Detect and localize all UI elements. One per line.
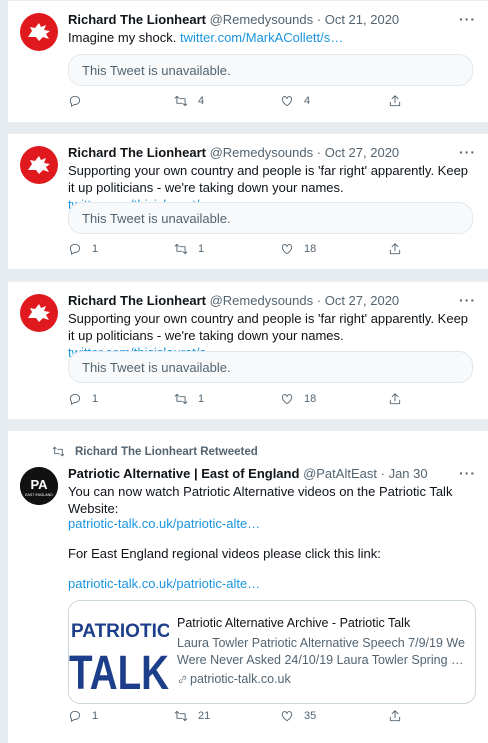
retweet-icon — [174, 95, 188, 107]
tweet-actions: 1 1 18 — [68, 242, 418, 260]
tweet-retweeted[interactable]: Richard The Lionheart Retweeted PA EAST … — [8, 430, 488, 743]
tweet[interactable]: Richard The Lionheart @Remedysounds · Oc… — [8, 133, 488, 269]
retweet-button[interactable]: 4 — [174, 94, 204, 108]
share-icon — [389, 393, 401, 405]
author-name[interactable]: Richard The Lionheart — [68, 293, 206, 308]
share-button[interactable] — [388, 94, 402, 108]
like-button[interactable]: 18 — [280, 392, 316, 406]
card-domain: patriotic-talk.co.uk — [177, 671, 465, 688]
quoted-tweet-unavailable: This Tweet is unavailable. — [68, 54, 473, 86]
author-handle[interactable]: @Remedysounds — [210, 145, 314, 160]
retweet-icon — [174, 393, 188, 405]
svg-text:PA: PA — [30, 477, 48, 492]
reply-button[interactable]: 1 — [68, 709, 98, 723]
heart-icon — [281, 394, 293, 405]
avatar[interactable] — [20, 146, 58, 184]
retweet-icon — [52, 446, 65, 457]
tweet-link-1[interactable]: patriotic-talk.co.uk/patriotic-alte… — [68, 515, 474, 532]
separator: · — [316, 12, 322, 27]
reply-button[interactable]: 1 — [68, 392, 98, 406]
more-options-icon[interactable]: ··· — [459, 292, 476, 308]
tweet-actions: 1 1 18 — [68, 392, 418, 410]
share-icon — [389, 710, 401, 722]
link-preview-card[interactable]: PATRIOTIC TALK Patriotic Alternative Arc… — [68, 600, 476, 704]
tweet-link-2[interactable]: patriotic-talk.co.uk/patriotic-alte… — [68, 575, 474, 592]
welsh-dragon-icon — [28, 23, 50, 41]
separator: · — [316, 145, 322, 160]
patriotic-alternative-logo: PA EAST ENGLAND — [20, 467, 58, 505]
share-icon — [389, 243, 401, 255]
more-options-icon[interactable]: ··· — [459, 465, 476, 481]
author-name[interactable]: Richard The Lionheart — [68, 12, 206, 27]
author-name[interactable]: Patriotic Alternative | East of England — [68, 466, 299, 481]
card-title: Patriotic Alternative Archive - Patrioti… — [177, 616, 411, 630]
tweet-text-line-1: You can now watch Patriotic Alternative … — [68, 484, 453, 516]
welsh-dragon-icon — [28, 156, 50, 174]
heart-icon — [281, 96, 293, 107]
retweeted-by[interactable]: Richard The Lionheart Retweeted — [52, 445, 258, 458]
separator: · — [316, 293, 322, 308]
heart-icon — [281, 244, 293, 255]
svg-text:PATRIOTIC: PATRIOTIC — [71, 621, 169, 642]
share-button[interactable] — [388, 242, 402, 256]
tweet[interactable]: Richard The Lionheart @Remedysounds · Oc… — [8, 0, 488, 122]
welsh-dragon-icon — [28, 304, 50, 322]
retweet-button[interactable]: 21 — [174, 709, 210, 723]
reply-icon — [69, 243, 81, 255]
quoted-tweet-unavailable: This Tweet is unavailable. — [68, 202, 473, 234]
more-options-icon[interactable]: ··· — [459, 11, 476, 27]
tweet-date[interactable]: Jan 30 — [389, 466, 428, 481]
reply-icon — [69, 393, 81, 405]
more-options-icon[interactable]: ··· — [459, 144, 476, 160]
share-button[interactable] — [388, 709, 402, 723]
retweet-button[interactable]: 1 — [174, 242, 204, 256]
tweet-link[interactable]: twitter.com/MarkACollett/s… — [180, 30, 343, 45]
avatar[interactable]: PA EAST ENGLAND — [20, 467, 58, 505]
tweet-actions: 1 21 35 — [68, 709, 418, 727]
retweet-button[interactable]: 1 — [174, 392, 204, 406]
quoted-tweet-unavailable: This Tweet is unavailable. — [68, 351, 473, 383]
card-description: Laura Towler Patriotic Alternative Speec… — [177, 636, 465, 667]
svg-text:TALK: TALK — [69, 647, 169, 700]
separator: · — [380, 466, 385, 481]
reply-button[interactable] — [68, 94, 92, 108]
like-button[interactable]: 4 — [280, 94, 310, 108]
author-handle[interactable]: @Remedysounds — [210, 293, 314, 308]
retweet-icon — [174, 710, 188, 722]
svg-text:EAST ENGLAND: EAST ENGLAND — [25, 493, 53, 497]
tweet-text-line-2: For East England regional videos please … — [68, 546, 381, 561]
link-icon — [178, 675, 187, 684]
reply-button[interactable]: 1 — [68, 242, 98, 256]
like-button[interactable]: 35 — [280, 709, 316, 723]
tweet[interactable]: Richard The Lionheart @Remedysounds · Oc… — [8, 281, 488, 419]
tweet-date[interactable]: Oct 21, 2020 — [325, 12, 399, 27]
avatar[interactable] — [20, 294, 58, 332]
avatar[interactable] — [20, 13, 58, 51]
tweet-actions: 4 4 — [68, 94, 418, 112]
reply-icon — [69, 95, 81, 107]
tweet-text: Imagine my shock. twitter.com/MarkAColle… — [68, 30, 344, 45]
reply-icon — [69, 710, 81, 722]
like-button[interactable]: 18 — [280, 242, 316, 256]
tweet-date[interactable]: Oct 27, 2020 — [325, 145, 399, 160]
author-name[interactable]: Richard The Lionheart — [68, 145, 206, 160]
tweet-date[interactable]: Oct 27, 2020 — [325, 293, 399, 308]
share-icon — [389, 95, 401, 107]
share-button[interactable] — [388, 392, 402, 406]
heart-icon — [281, 711, 293, 722]
author-handle[interactable]: @PatAltEast — [303, 466, 377, 481]
author-handle[interactable]: @Remedysounds — [210, 12, 314, 27]
card-image: PATRIOTIC TALK — [69, 601, 169, 703]
retweet-icon — [174, 243, 188, 255]
